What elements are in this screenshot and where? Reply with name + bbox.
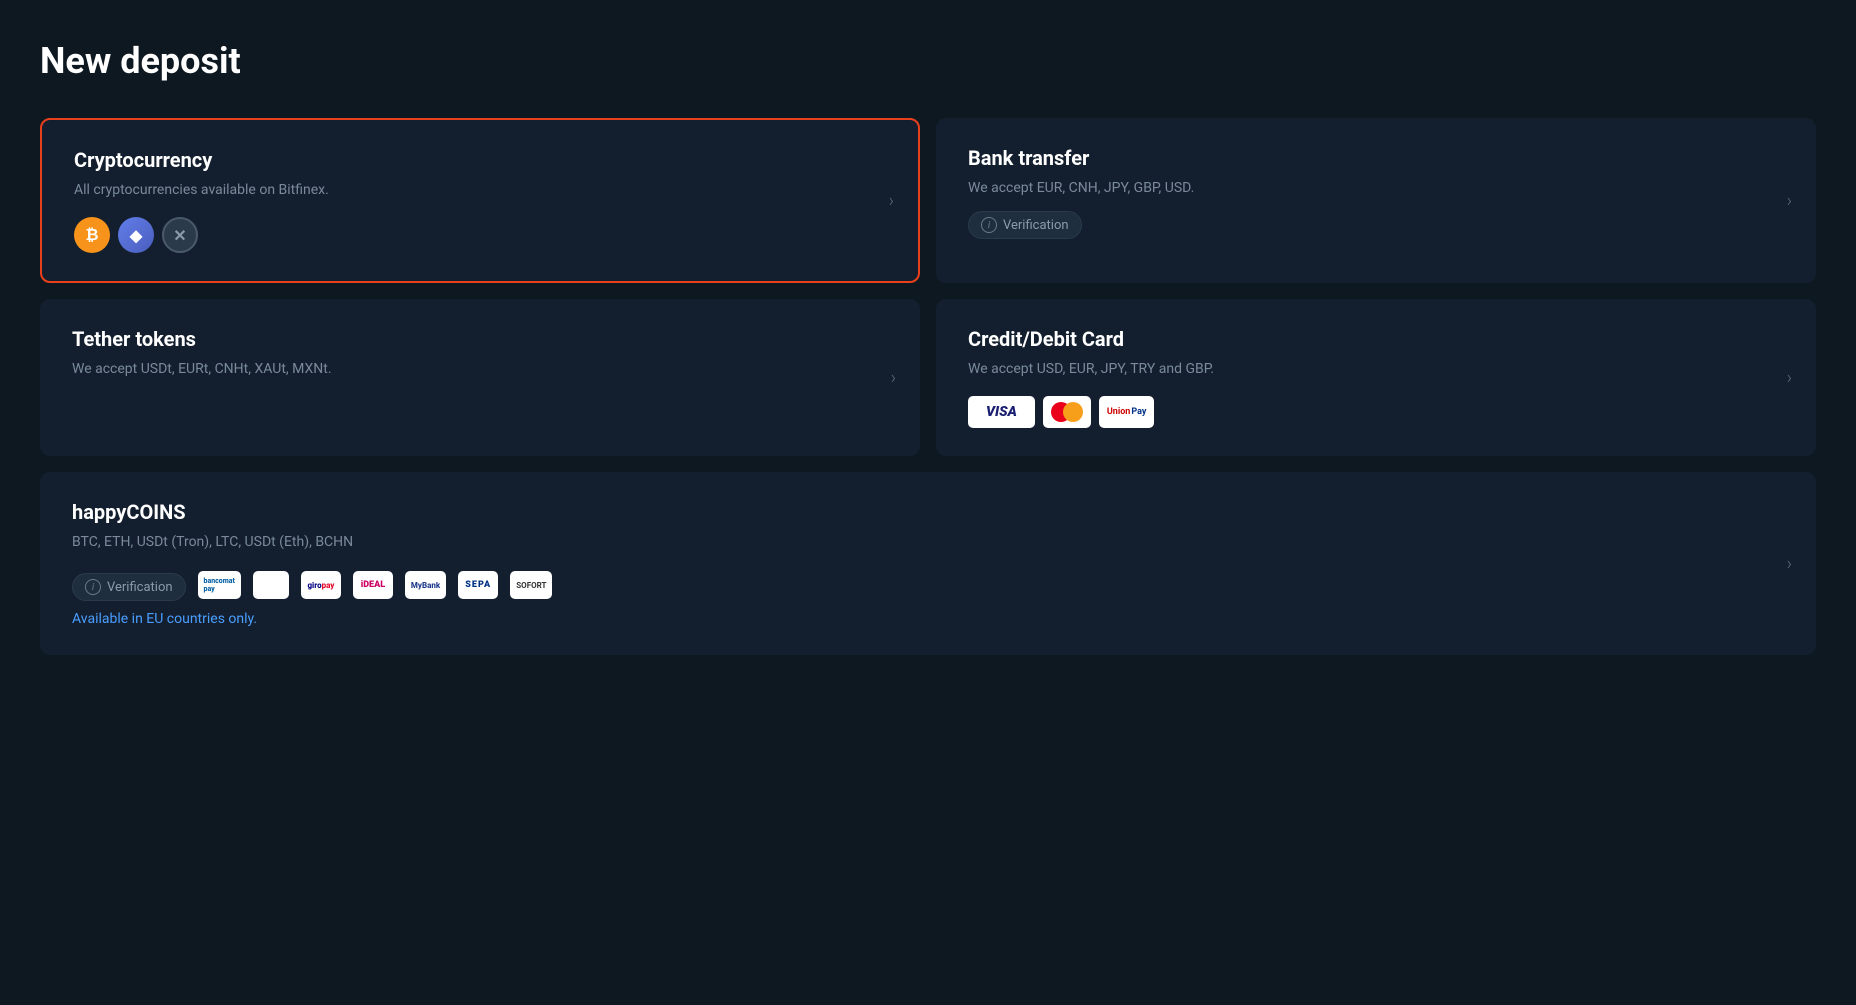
credit-card-payment-icons: VISA UnionPay xyxy=(968,396,1784,428)
ethereum-icon: ◆ xyxy=(118,217,154,253)
tether-title: Tether tokens xyxy=(72,327,888,351)
cryptocurrency-chevron: › xyxy=(889,190,894,211)
cryptocurrency-description: All cryptocurrencies available on Bitfin… xyxy=(74,180,886,201)
xrp-icon: ✕ xyxy=(162,217,198,253)
bank-transfer-description: We accept EUR, CNH, JPY, GBP, USD. xyxy=(968,178,1784,199)
tether-chevron: › xyxy=(891,367,896,388)
happycoins-description: BTC, ETH, USDt (Tron), LTC, USDt (Eth), … xyxy=(72,532,1784,553)
credit-card-title: Credit/Debit Card xyxy=(968,327,1784,351)
cryptocurrency-card[interactable]: Cryptocurrency All cryptocurrencies avai… xyxy=(40,118,920,283)
happycoins-card[interactable]: happyCOINS BTC, ETH, USDt (Tron), LTC, U… xyxy=(40,472,1816,655)
bank-transfer-chevron: › xyxy=(1787,190,1792,211)
eu-notice: Available in EU countries only. xyxy=(72,611,1784,627)
visa-icon: VISA xyxy=(968,396,1035,428)
bank-transfer-title: Bank transfer xyxy=(968,146,1784,170)
credit-card-card[interactable]: Credit/Debit Card We accept USD, EUR, JP… xyxy=(936,299,1816,456)
happycoins-title: happyCOINS xyxy=(72,500,1784,524)
cryptocurrency-title: Cryptocurrency xyxy=(74,148,886,172)
tether-card[interactable]: Tether tokens We accept USDt, EURt, CNHt… xyxy=(40,299,920,456)
giropay-icon: giropay xyxy=(301,571,341,599)
mybank-icon: MyBank xyxy=(405,571,446,599)
happycoins-chevron: › xyxy=(1787,553,1792,574)
bank-transfer-card[interactable]: Bank transfer We accept EUR, CNH, JPY, G… xyxy=(936,118,1816,283)
sepa-icon: SEPA xyxy=(458,571,498,599)
happycoins-verification-badge: i Verification xyxy=(72,573,186,601)
ideal-icon: iDEAL xyxy=(353,571,393,599)
unionpay-icon: UnionPay xyxy=(1099,396,1155,428)
page-title: New deposit xyxy=(40,40,1816,82)
deposit-options-grid: Cryptocurrency All cryptocurrencies avai… xyxy=(40,118,1816,655)
blank-badge xyxy=(253,571,289,599)
crypto-icon-row: ₿ ◆ ✕ xyxy=(74,217,886,253)
bancomat-icon: bancomatpay xyxy=(198,571,241,599)
tether-description: We accept USDt, EURt, CNHt, XAUt, MXNt. xyxy=(72,359,888,380)
mastercard-icon xyxy=(1043,396,1091,428)
bank-transfer-verification-label: Verification xyxy=(1003,218,1069,233)
credit-card-chevron: › xyxy=(1787,367,1792,388)
sofort-icon: SOFORT xyxy=(510,571,552,599)
happycoins-bottom-row: i Verification bancomatpay giropay iDEAL… xyxy=(72,569,1784,601)
bitcoin-icon: ₿ xyxy=(74,217,110,253)
happycoins-verification-label: Verification xyxy=(107,580,173,595)
bank-transfer-info-icon: i xyxy=(981,217,997,233)
credit-card-description: We accept USD, EUR, JPY, TRY and GBP. xyxy=(968,359,1784,380)
bank-transfer-verification-badge: i Verification xyxy=(968,211,1082,239)
happycoins-info-icon: i xyxy=(85,579,101,595)
